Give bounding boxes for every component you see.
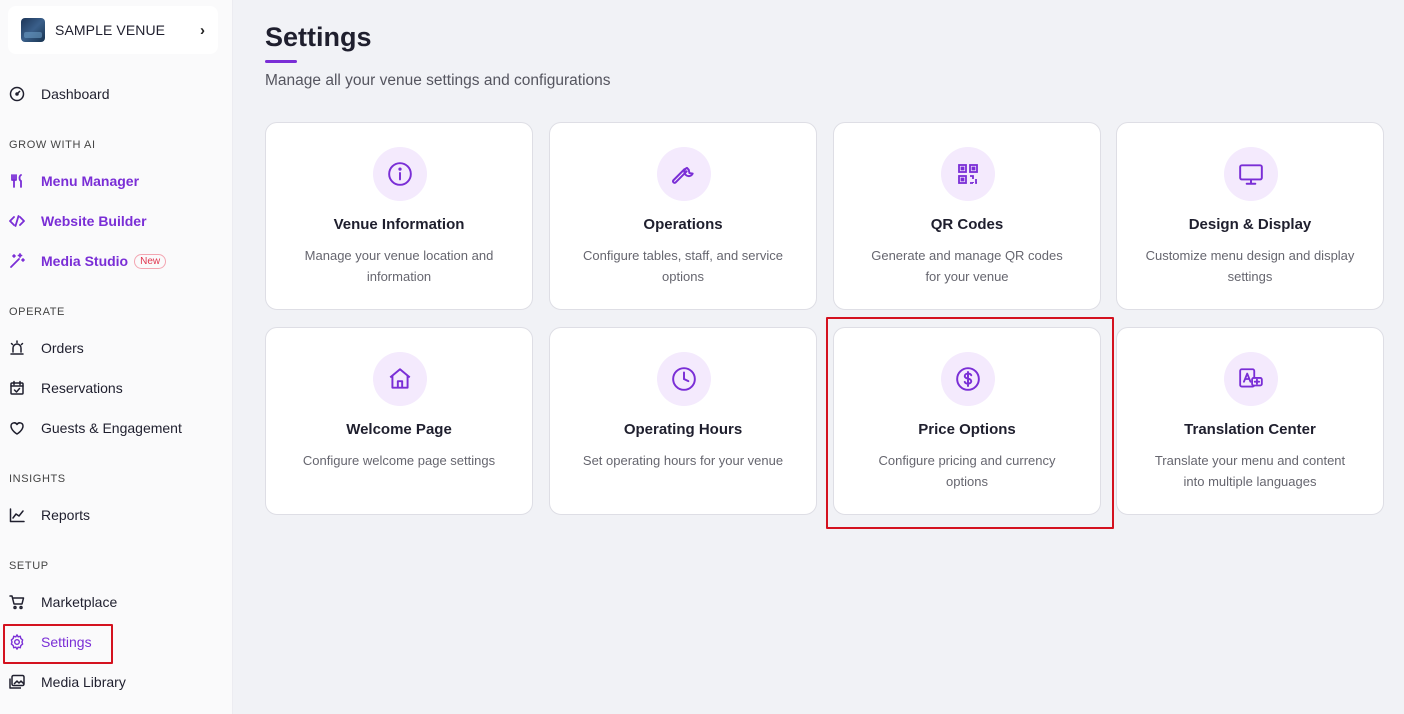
sidebar-item-guests-engagement[interactable]: Guests & Engagement <box>0 410 232 446</box>
section-insights: INSIGHTS <box>9 473 66 485</box>
venue-switcher[interactable]: SAMPLE VENUE › <box>8 6 218 54</box>
title-underline <box>265 60 297 63</box>
card-description: Set operating hours for your venue <box>582 453 784 468</box>
sidebar-item-label: Reports <box>41 507 91 523</box>
sidebar-item-website-builder[interactable]: Website Builder <box>0 203 232 239</box>
magic-wand-icon <box>9 253 25 269</box>
sidebar-item-label: Media Studio <box>41 253 129 269</box>
card-description: Generate and manage QR codes for your ve… <box>871 248 1063 284</box>
monitor-icon <box>1239 164 1263 185</box>
sidebar-item-label: Guests & Engagement <box>41 420 182 436</box>
sidebar-item-label: Menu Manager <box>41 173 140 189</box>
sidebar: SAMPLE VENUE › Dashboard GROW WITH AI Me… <box>0 0 233 714</box>
line-chart-icon <box>9 507 25 523</box>
section-operate: OPERATE <box>9 306 65 318</box>
icon-circle <box>657 147 711 201</box>
heart-icon <box>9 420 25 436</box>
card-qr-codes[interactable]: QR Codes Generate and manage QR codes fo… <box>833 122 1101 310</box>
wrench-icon <box>672 166 694 184</box>
card-operations[interactable]: Operations Configure tables, staff, and … <box>549 122 817 310</box>
card-description: Manage your venue location and informati… <box>304 248 494 284</box>
card-description: Customize menu design and display settin… <box>1145 248 1355 284</box>
sidebar-item-label: Dashboard <box>41 86 110 102</box>
card-welcome-page[interactable]: Welcome Page Configure welcome page sett… <box>265 327 533 515</box>
card-translation-center[interactable]: Translation Center Translate your menu a… <box>1116 327 1384 515</box>
home-icon <box>389 368 411 389</box>
venue-avatar <box>21 18 45 42</box>
sidebar-item-media-library[interactable]: Media Library <box>0 664 232 700</box>
code-icon <box>9 213 25 229</box>
card-operating-hours[interactable]: Operating Hours Set operating hours for … <box>549 327 817 515</box>
card-title: Operations <box>643 216 723 233</box>
page-subtitle: Manage all your venue settings and confi… <box>265 72 611 89</box>
sidebar-item-reservations[interactable]: Reservations <box>0 370 232 406</box>
card-venue-information[interactable]: Venue Information Manage your venue loca… <box>265 122 533 310</box>
translate-icon <box>1239 368 1263 388</box>
sidebar-item-label: Orders <box>41 340 84 356</box>
card-title: Translation Center <box>1184 421 1316 438</box>
chevron-right-icon: › <box>200 21 205 39</box>
cart-icon <box>9 594 25 610</box>
new-badge: New <box>134 253 167 269</box>
icon-circle <box>1224 147 1278 201</box>
sidebar-item-media-studio[interactable]: Media Studio New <box>0 243 232 279</box>
sidebar-item-menu-manager[interactable]: Menu Manager <box>0 163 232 199</box>
sidebar-item-dashboard[interactable]: Dashboard <box>0 76 232 112</box>
clock-icon <box>672 367 696 391</box>
card-title: Design & Display <box>1188 216 1312 233</box>
alarm-bell-icon <box>9 340 25 356</box>
icon-circle <box>1224 352 1278 406</box>
card-title: Welcome Page <box>346 421 452 438</box>
section-setup: SETUP <box>9 560 49 572</box>
card-title: Venue Information <box>333 216 465 233</box>
sidebar-item-label: Reservations <box>41 380 123 396</box>
info-icon <box>388 162 412 186</box>
page-title: Settings <box>265 22 372 52</box>
card-description: Configure tables, staff, and service opt… <box>583 248 783 284</box>
card-description: Translate your menu and content into mul… <box>1154 453 1346 489</box>
price-options-highlight-box <box>826 317 1114 529</box>
settings-highlight-box <box>3 624 113 664</box>
fork-knife-icon <box>9 173 25 189</box>
icon-circle <box>941 147 995 201</box>
card-title: Operating Hours <box>623 421 743 438</box>
icon-circle <box>373 147 427 201</box>
sidebar-item-orders[interactable]: Orders <box>0 330 232 366</box>
icon-circle <box>657 352 711 406</box>
section-grow-with-ai: GROW WITH AI <box>9 139 96 151</box>
venue-name: SAMPLE VENUE <box>55 22 166 38</box>
sidebar-item-reports[interactable]: Reports <box>0 497 232 533</box>
card-description: Configure welcome page settings <box>302 453 496 468</box>
card-title: QR Codes <box>930 216 1004 233</box>
calendar-check-icon <box>9 380 25 396</box>
card-design-display[interactable]: Design & Display Customize menu design a… <box>1116 122 1384 310</box>
qr-code-icon <box>958 164 978 184</box>
sidebar-item-marketplace[interactable]: Marketplace <box>0 584 232 620</box>
sidebar-item-label: Marketplace <box>41 594 118 610</box>
sidebar-item-label: Media Library <box>41 674 126 690</box>
sidebar-item-label: Website Builder <box>41 213 147 229</box>
icon-circle <box>373 352 427 406</box>
dashboard-icon <box>9 86 25 102</box>
images-icon <box>9 674 25 690</box>
